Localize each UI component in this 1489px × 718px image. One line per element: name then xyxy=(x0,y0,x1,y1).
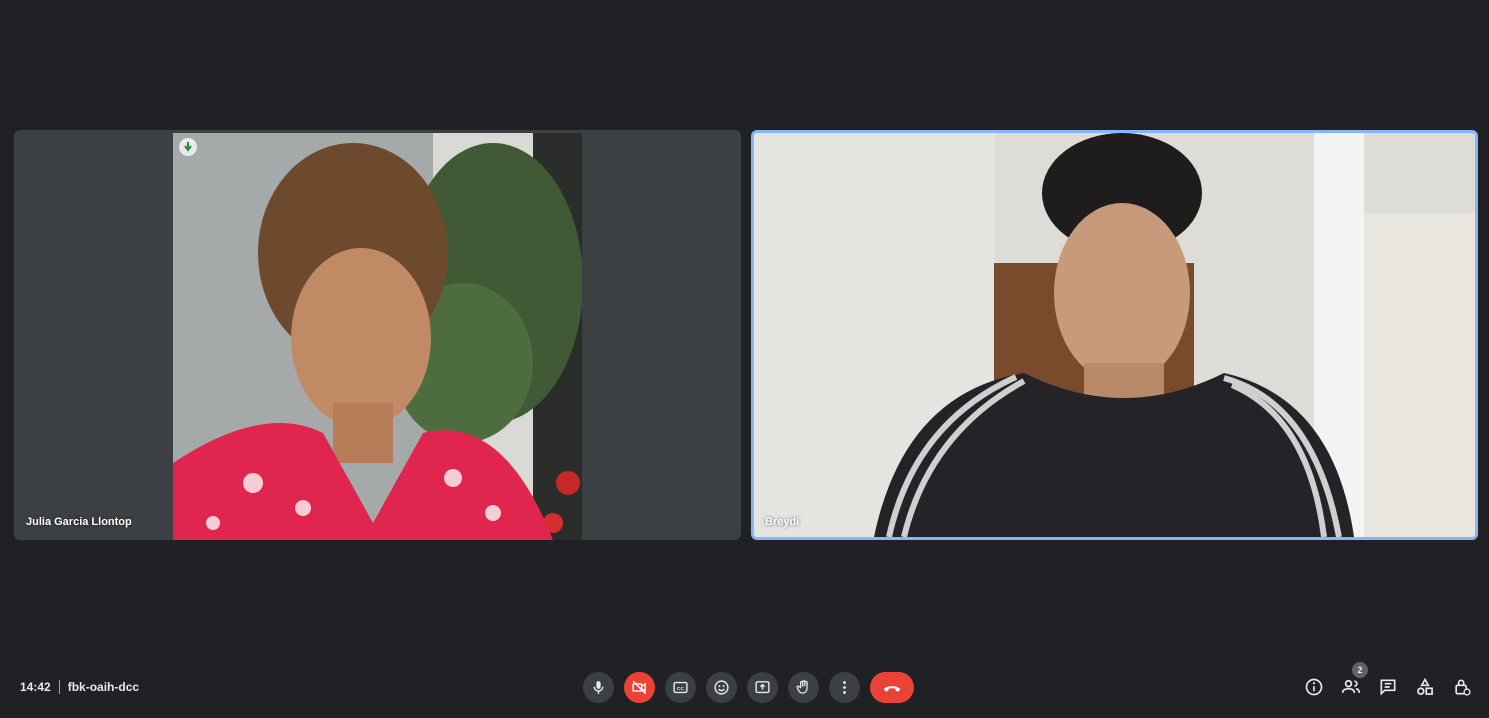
participant-tile-breydi[interactable]: Breydi xyxy=(751,130,1478,540)
host-controls-button[interactable] xyxy=(1452,676,1472,698)
participant-tile-julia[interactable]: Julia Garcia Llontop xyxy=(14,130,741,540)
people-button[interactable] xyxy=(1341,676,1361,698)
hang-up-icon xyxy=(883,685,901,692)
svg-text:CC: CC xyxy=(677,686,685,692)
meeting-details-button[interactable] xyxy=(1304,676,1324,698)
emoji-icon xyxy=(714,680,729,695)
participant-name: Julia Garcia Llontop xyxy=(26,516,132,528)
participant-name: Breydi xyxy=(765,516,800,528)
raise-hand-icon xyxy=(796,680,808,694)
activities-button[interactable] xyxy=(1415,676,1435,698)
info-icon xyxy=(1305,678,1323,696)
call-controls: CC xyxy=(583,672,914,703)
divider xyxy=(58,680,60,694)
captions-button[interactable]: CC xyxy=(665,672,696,703)
microphone-button[interactable] xyxy=(583,672,614,703)
more-options-icon xyxy=(843,681,846,694)
camera-toggle-button[interactable] xyxy=(624,672,655,703)
emoji-button[interactable] xyxy=(706,672,737,703)
people-icon xyxy=(1341,679,1361,693)
pin-icon[interactable] xyxy=(179,138,197,156)
more-options-button[interactable] xyxy=(829,672,860,703)
present-button[interactable] xyxy=(747,672,778,703)
leave-call-button[interactable] xyxy=(870,672,914,703)
present-screen-icon xyxy=(755,681,770,694)
video-feed-breydi xyxy=(754,133,1475,537)
microphone-icon xyxy=(593,681,604,694)
meeting-time: 14:42 xyxy=(20,680,51,694)
meet-call-screen: Julia Garcia Llontop Breydi 14:42 fbk-oa… xyxy=(0,0,1489,718)
chat-icon xyxy=(1380,679,1396,696)
video-feed-julia xyxy=(173,133,582,540)
meeting-info: 14:42 fbk-oaih-dcc xyxy=(20,680,139,694)
chat-button[interactable] xyxy=(1378,676,1398,698)
meeting-code[interactable]: fbk-oaih-dcc xyxy=(68,680,139,694)
activities-icon xyxy=(1417,677,1433,695)
camera-off-icon xyxy=(632,680,647,695)
captions-icon: CC xyxy=(673,681,688,694)
raise-hand-button[interactable] xyxy=(788,672,819,703)
side-panel-controls xyxy=(1304,676,1472,698)
host-controls-icon xyxy=(1455,679,1471,696)
